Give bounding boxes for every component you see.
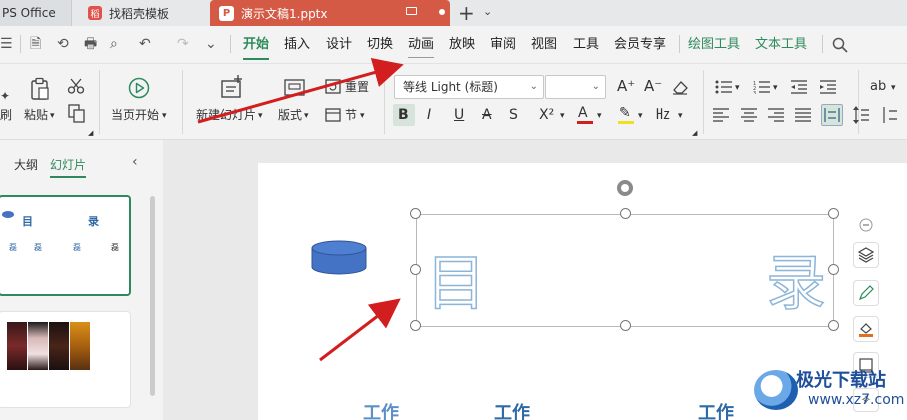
arrow-to-title-textbox: [319, 298, 401, 362]
annotation-arrows: [197, 58, 404, 362]
watermark-url: www.xz7.com: [808, 392, 905, 408]
watermark-title: 极光下载站: [796, 370, 886, 391]
watermark-logo: 极光下载站 www.xz7.com: [748, 366, 907, 416]
arrow-to-animation-menu: [197, 58, 404, 124]
watermark-emblem-icon: [754, 370, 798, 410]
